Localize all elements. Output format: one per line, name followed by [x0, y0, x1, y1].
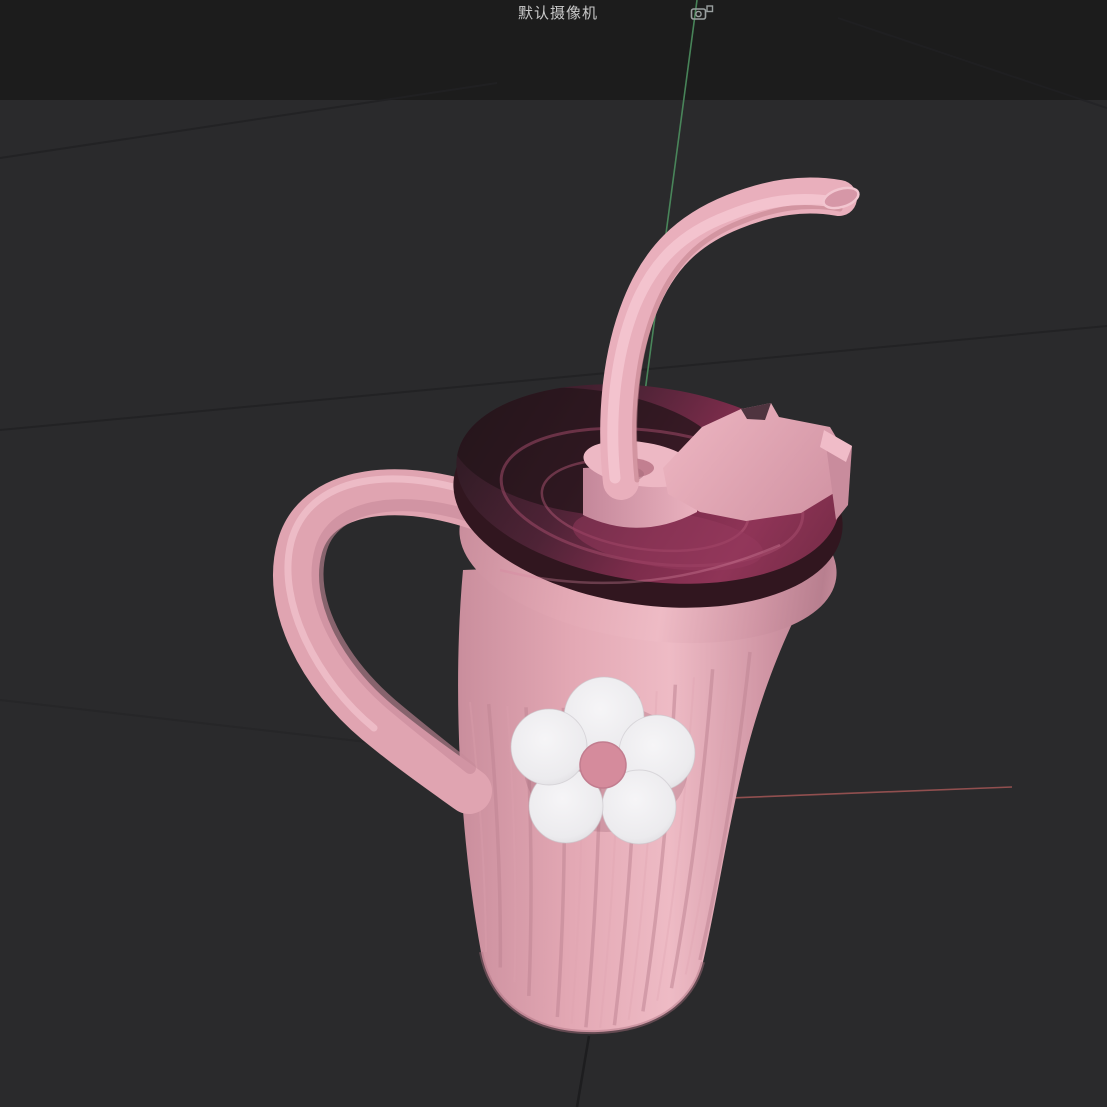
- camera-name-label: 默认摄像机: [518, 2, 598, 23]
- app-window: 默认摄像机: [0, 0, 1107, 1107]
- flower-petal: [511, 709, 587, 785]
- flower-center: [580, 742, 626, 788]
- viewport-canvas[interactable]: [0, 0, 1107, 1107]
- camera-icon[interactable]: [690, 4, 714, 22]
